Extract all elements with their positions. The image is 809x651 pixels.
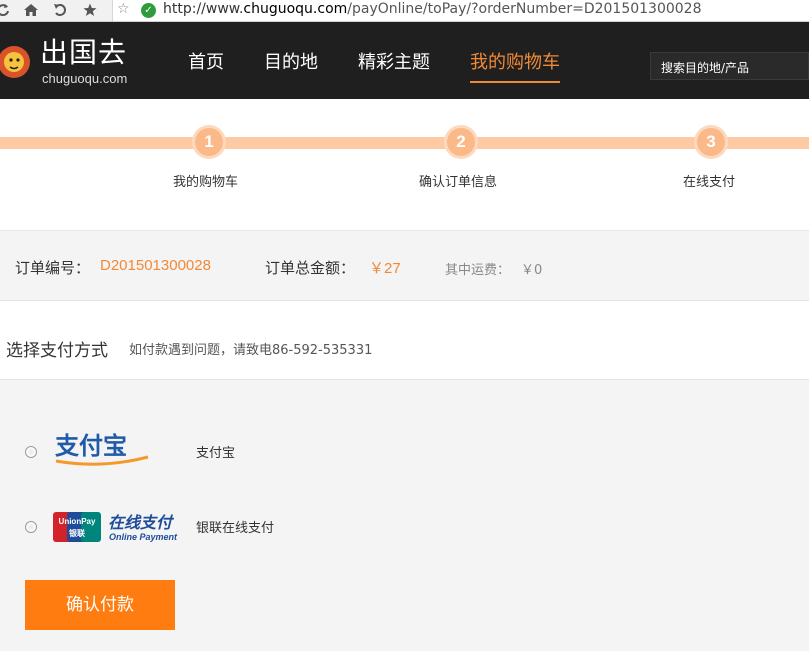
browser-toolbar: ☆ ✓ http://www.chuguoqu.com/payOnline/to… [0,0,809,22]
alipay-logo[interactable]: 支付宝 [52,431,150,467]
secure-shield-icon: ✓ [141,3,156,18]
unionpay-logo-text: 在线支付 [108,513,175,532]
search-input[interactable]: 搜索目的地/产品 [650,52,809,80]
step-3-label: 在线支付 [683,175,736,190]
shipping-label: 其中运费： [445,263,511,278]
nav-destinations[interactable]: 目的地 [264,48,318,74]
undo-icon[interactable] [51,1,69,19]
order-number-label: 订单编号： [15,259,91,277]
unionpay-logo-sub: Online Payment [109,532,178,542]
alipay-label[interactable]: 支付宝 [196,442,235,461]
payment-method-header: 选择支付方式 如付款遇到问题，请致电86-592-535331 [0,301,809,380]
order-number-value: D201501300028 [100,257,211,274]
step-2-number: 2 [444,125,478,159]
payment-help-hint: 如付款遇到问题，请致电86-592-535331 [129,343,373,358]
unionpay-radio[interactable] [25,521,37,533]
url-path: /payOnline/toPay/?orderNumber=D201501300… [347,1,702,17]
alipay-radio[interactable] [25,446,37,458]
unionpay-brand-cn: 银联 [68,528,85,538]
order-summary: 订单编号： D201501300028 订单总金额： ￥27 其中运费： ￥0 [0,231,809,301]
nav-shopping-cart[interactable]: 我的购物车 [470,48,560,83]
order-steps: 1 我的购物车 2 确认订单信息 3 在线支付 [0,99,809,231]
reload-icon[interactable] [0,1,12,19]
unionpay-label[interactable]: 银联在线支付 [196,517,274,536]
shipping-value: ￥0 [521,263,543,278]
logo-text[interactable]: 出国去 [40,38,127,68]
url-host: chuguoqu.com [243,1,348,17]
home-icon[interactable] [22,1,40,19]
url-text: http://www.chuguoqu.com/payOnline/toPay/… [163,1,702,17]
lion-mascot-icon[interactable] [0,40,32,84]
step-3-number: 3 [694,125,728,159]
site-header: 出国去 chuguoqu.com 首页 目的地 精彩主题 我的购物车 搜索目的地… [0,22,809,99]
order-total-label: 订单总金额： [265,259,356,277]
payment-method-title: 选择支付方式 [6,341,108,361]
unionpay-logo[interactable]: UnionPay 银联 在线支付 Online Payment [52,509,184,545]
step-1-label: 我的购物车 [173,175,239,190]
star-outline-icon[interactable]: ☆ [117,1,130,17]
step-2-label: 确认订单信息 [419,175,498,190]
confirm-payment-button[interactable]: 确认付款 [25,580,175,630]
nav-home[interactable]: 首页 [188,48,224,74]
order-total-value: ￥27 [369,260,401,277]
address-bar[interactable]: ☆ ✓ http://www.chuguoqu.com/payOnline/to… [112,0,809,21]
alipay-logo-text: 支付宝 [55,432,127,460]
nav-themes[interactable]: 精彩主题 [358,48,430,74]
url-scheme: http://www. [163,1,244,17]
steps-progress-line [0,137,809,149]
logo-domain: chuguoqu.com [42,71,128,86]
step-1-number: 1 [192,125,226,159]
bookmark-star-icon[interactable] [81,1,99,19]
unionpay-brand: UnionPay [59,517,96,526]
